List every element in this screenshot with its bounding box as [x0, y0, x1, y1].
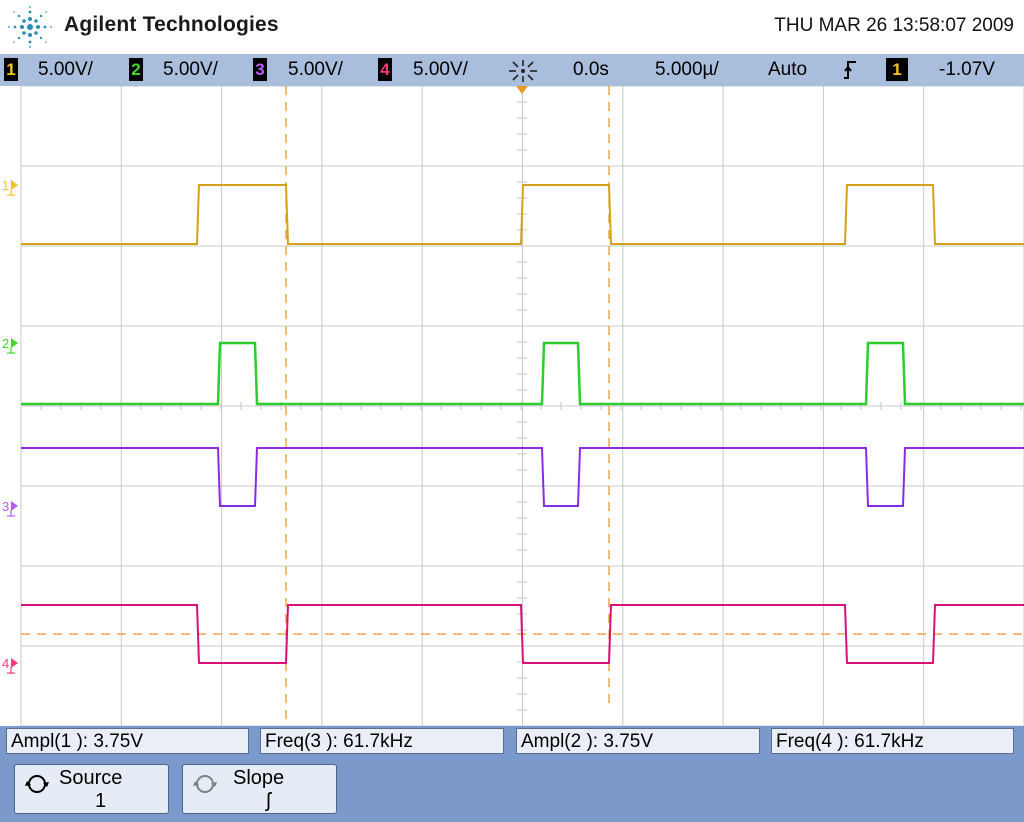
agilent-spark-logo-icon [8, 6, 52, 48]
slope-label: Slope [233, 767, 285, 789]
measurement-freq-3[interactable]: Freq(3 ): 61.7kHz [260, 728, 504, 754]
channel-3-scale: 5.00V/ [288, 59, 343, 80]
source-value: 1 [94, 790, 107, 812]
channel-2-badge[interactable]: 2 [129, 58, 143, 81]
channel-2-ground-marker: 2 [2, 336, 18, 354]
channel-1-ground-marker: 1 [2, 178, 18, 196]
trigger-position-marker [516, 86, 528, 94]
trigger-source-badge[interactable]: 1 [886, 58, 908, 81]
svg-text:1: 1 [2, 178, 9, 193]
channel-4-ground-marker: 4 [2, 656, 18, 674]
slope-value: ʃ [266, 790, 271, 812]
channel-1-scale: 5.00V/ [38, 59, 93, 80]
channel-markers: 1 2 3 4 [2, 178, 18, 674]
channel-3-ground-marker: 3 [2, 499, 18, 517]
brand-name: Agilent Technologies [64, 13, 279, 36]
trigger-mode[interactable]: Auto [768, 58, 807, 81]
trigger-level[interactable]: -1.07V [939, 58, 995, 81]
channel-1-badge[interactable]: 1 [4, 58, 18, 81]
channel-2-scale: 5.00V/ [163, 59, 218, 80]
rising-edge-icon [844, 61, 856, 79]
timebase-scale[interactable]: 5.000µ/ [655, 58, 719, 81]
source-label: Source [59, 767, 123, 789]
header: Agilent Technologies THU MAR 26 13:58:07… [0, 0, 1024, 54]
svg-text:4: 4 [2, 656, 9, 671]
date-time: THU MAR 26 13:58:07 2009 [774, 15, 1014, 36]
waveform-display[interactable]: 1 2 3 4 [0, 86, 1024, 726]
slope-softkey[interactable]: Slope ʃ [182, 764, 337, 814]
svg-text:3: 3 [2, 499, 9, 514]
softkey-menu: Ampl(1 ): 3.75V Freq(3 ): 61.7kHz Ampl(2… [0, 726, 1024, 822]
measurement-ampl-2[interactable]: Ampl(2 ): 3.75V [516, 728, 760, 754]
channel-4-scale: 5.00V/ [413, 59, 468, 80]
measurement-freq-4[interactable]: Freq(4 ): 61.7kHz [771, 728, 1014, 754]
channel-3-badge[interactable]: 3 [253, 58, 267, 81]
measurement-ampl-1[interactable]: Ampl(1 ): 3.75V [6, 728, 249, 754]
svg-text:2: 2 [2, 336, 9, 351]
time-delay[interactable]: 0.0s [573, 58, 609, 81]
channel-4-badge[interactable]: 4 [378, 58, 392, 81]
trigger-spark-icon [509, 60, 537, 82]
source-softkey[interactable]: Source 1 [14, 764, 169, 814]
